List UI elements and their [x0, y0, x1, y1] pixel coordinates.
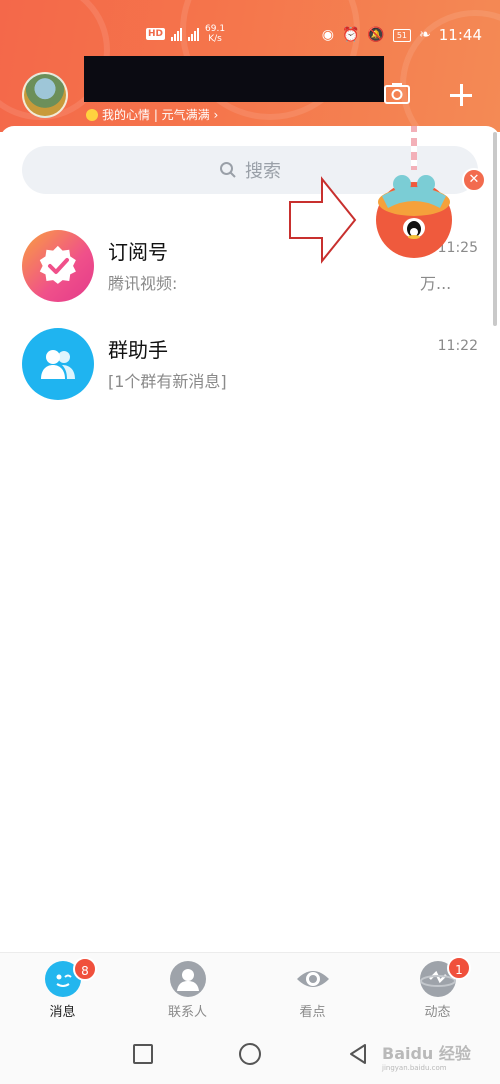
search-icon — [220, 162, 236, 178]
status-right: ◉ ⏰ 🔕 51 ❧ 11:44 — [322, 26, 482, 44]
tab-feed[interactable]: 1 动态 — [375, 953, 500, 1024]
mood-text: 我的心情 | 元气满满 › — [102, 108, 219, 122]
watermark-url: jingyan.baidu.com — [382, 1064, 447, 1072]
avatar[interactable] — [22, 72, 68, 118]
tab-label: 消息 — [49, 1005, 76, 1020]
chat-time: 11:22 — [437, 338, 478, 354]
header: HD 69.1 K/s ◉ ⏰ 🔕 51 ❧ 11:44 我的心情 | 元气满满… — [0, 0, 500, 132]
close-icon[interactable]: ✕ — [462, 168, 486, 192]
verified-badge-icon — [22, 230, 94, 302]
recent-apps-button[interactable] — [133, 1044, 153, 1064]
arrow-annotation — [289, 176, 357, 264]
feed-badge: 1 — [447, 956, 471, 980]
tab-contacts[interactable]: 联系人 — [125, 953, 250, 1024]
watermark: Baidu 经验 jingyan.baidu.com — [382, 1040, 471, 1072]
contacts-icon — [169, 961, 206, 997]
tab-label: 动态 — [424, 1005, 451, 1020]
net-speed: 69.1 K/s — [205, 24, 225, 44]
home-button[interactable] — [239, 1043, 261, 1065]
hd-badge: HD — [146, 28, 166, 40]
chat-preview: [1个群有新消息] — [108, 372, 227, 391]
battery-icon: 51 — [392, 28, 412, 42]
net-speed-value: 69.1 — [205, 24, 226, 34]
signal-icon — [188, 27, 200, 41]
status-time: 11:44 — [438, 26, 482, 44]
net-speed-unit: K/s — [208, 34, 222, 44]
eye-comfort-icon: ◉ — [321, 27, 334, 43]
signal-icon — [171, 27, 183, 41]
watermark-brand: Baidu 经验 — [382, 1044, 471, 1063]
floating-lucky-bag[interactable] — [370, 126, 460, 266]
tab-label: 联系人 — [167, 1005, 207, 1020]
camera-button[interactable] — [384, 82, 410, 104]
mute-icon: 🔕 — [367, 27, 385, 43]
group-icon — [22, 328, 94, 400]
alarm-icon: ⏰ — [341, 27, 360, 43]
tab-discover[interactable]: 看点 — [250, 953, 375, 1024]
chat-title: 订阅号 — [108, 240, 168, 264]
tab-bar: 8 消息 联系人 看点 1 动态 — [0, 952, 500, 1024]
add-button[interactable] — [448, 82, 474, 108]
chat-preview-tail: 万... — [420, 274, 452, 293]
mood-emoji-icon — [86, 108, 98, 121]
redacted-username — [84, 56, 384, 102]
tab-label: 看点 — [299, 1005, 326, 1020]
chat-item-group-helper[interactable]: 群助手 [1个群有新消息] 11:22 — [0, 314, 500, 410]
leaf-icon: ❧ — [419, 27, 431, 43]
chat-title: 群助手 — [108, 338, 168, 362]
system-nav-bar: Baidu 经验 jingyan.baidu.com — [0, 1024, 500, 1084]
eye-icon — [295, 961, 331, 997]
chat-preview: 腾讯视频: — [108, 274, 178, 293]
message-badge: 8 — [73, 957, 97, 981]
back-button[interactable] — [346, 1042, 370, 1066]
tab-messages[interactable]: 8 消息 — [0, 953, 125, 1024]
mood-status[interactable]: 我的心情 | 元气满满 › — [86, 106, 218, 123]
status-bar: HD 69.1 K/s ◉ ⏰ 🔕 51 ❧ 11:44 — [0, 22, 500, 52]
status-left: HD 69.1 K/s — [146, 24, 225, 44]
search-placeholder: 搜索 — [245, 161, 281, 182]
